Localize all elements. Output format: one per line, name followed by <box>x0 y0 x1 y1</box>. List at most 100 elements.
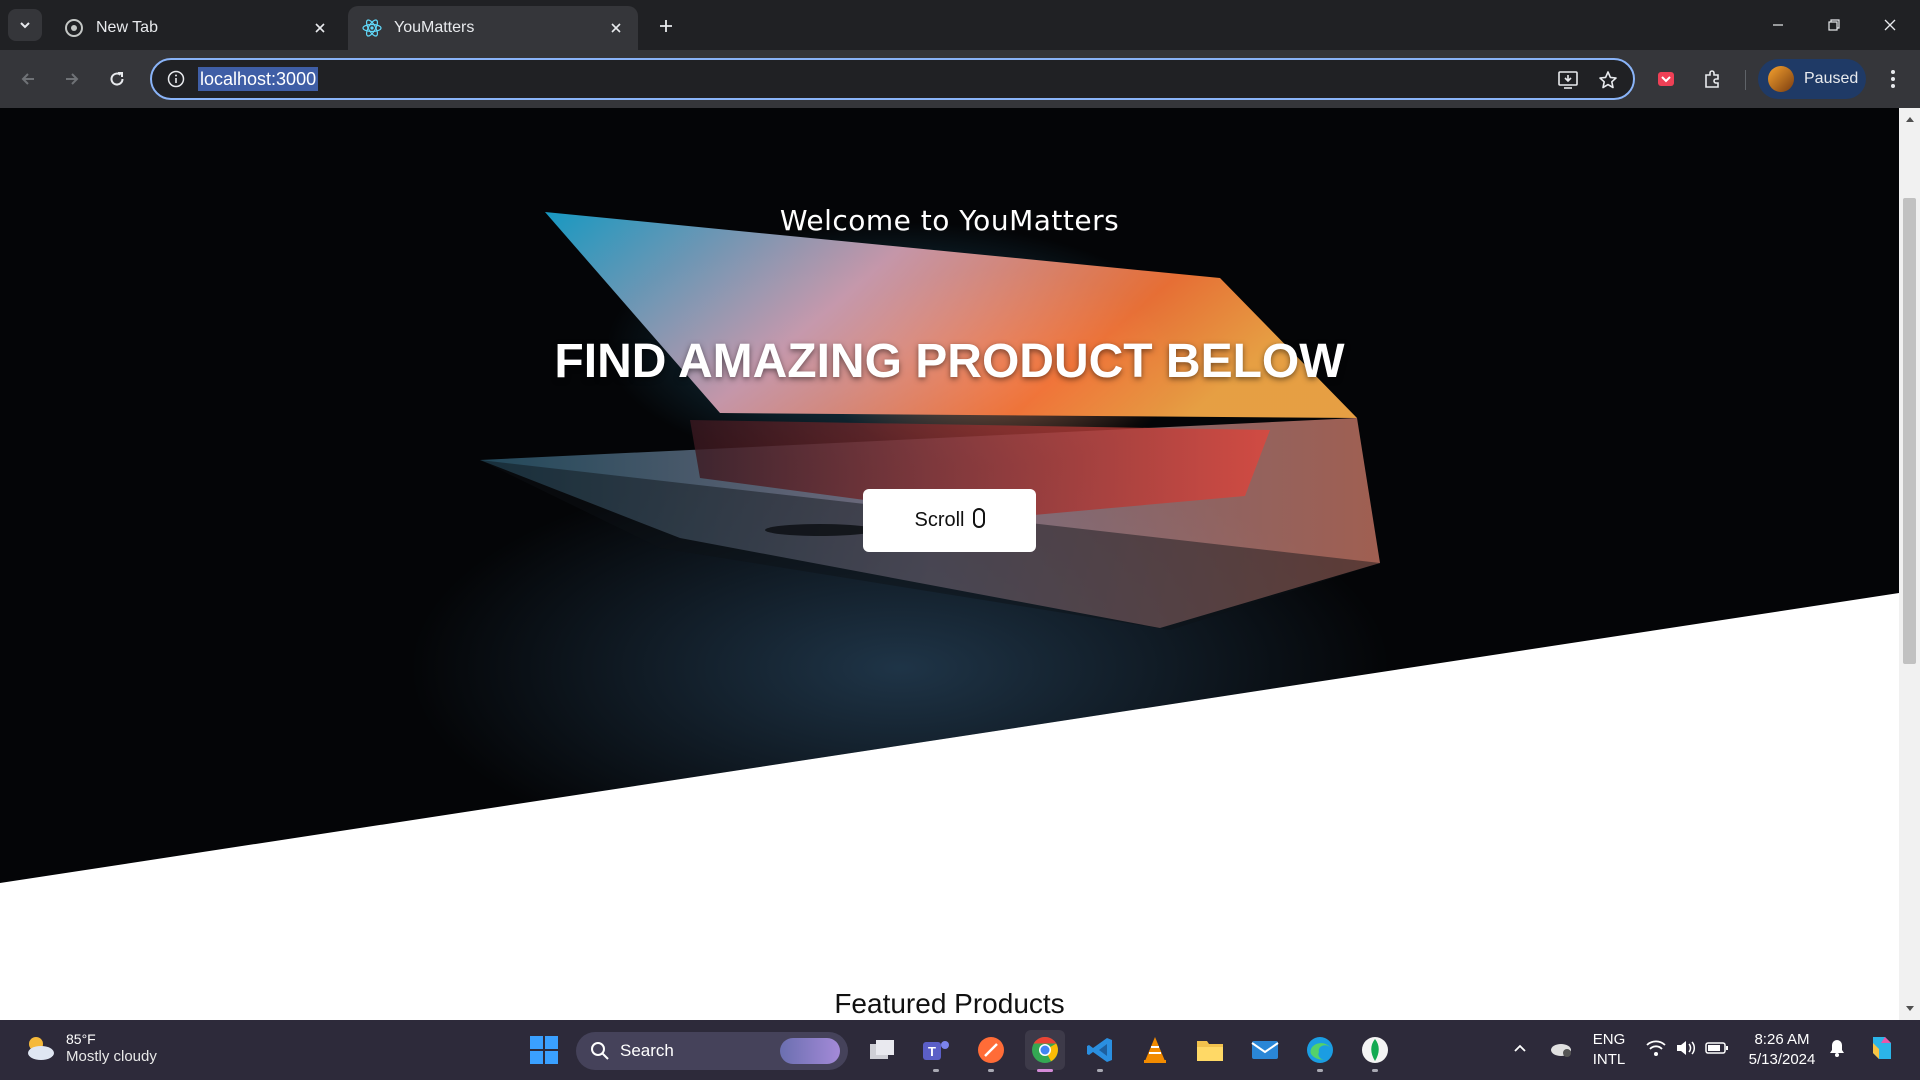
wifi-icon <box>1646 1040 1666 1056</box>
copilot-button[interactable] <box>1864 1028 1900 1068</box>
postman-icon <box>978 1037 1004 1063</box>
start-button[interactable] <box>524 1030 564 1070</box>
close-window-button[interactable] <box>1862 0 1918 50</box>
tab-youmatters[interactable]: YouMatters <box>348 6 638 50</box>
vscode-icon <box>1087 1038 1112 1062</box>
show-hidden-icons-button[interactable] <box>1508 1028 1532 1068</box>
tab-title: New Tab <box>96 19 158 36</box>
page-viewport: Welcome to YouMatters FIND AMAZING PRODU… <box>0 108 1899 1020</box>
chrome-app[interactable] <box>1025 1030 1065 1072</box>
vlc-icon <box>1144 1037 1166 1063</box>
running-indicator <box>988 1069 994 1072</box>
url-text[interactable]: localhost:3000 <box>198 67 319 91</box>
plus-icon <box>660 20 672 32</box>
svg-text:T: T <box>928 1044 936 1059</box>
taskbar-search[interactable]: Search <box>576 1032 848 1070</box>
toolbar-divider <box>1745 70 1746 90</box>
mail-icon <box>1251 1041 1279 1059</box>
chrome-icon <box>64 18 84 38</box>
mongodb-icon <box>1362 1037 1388 1063</box>
info-icon[interactable] <box>164 67 188 91</box>
close-icon[interactable] <box>606 18 626 38</box>
tab-search-button[interactable] <box>8 9 42 41</box>
puzzle-icon <box>1705 70 1719 88</box>
bookmark-star-icon[interactable] <box>1593 66 1623 94</box>
taskbar: 85°F Mostly cloudy Search T ENG INTL 8:2… <box>0 1020 1920 1080</box>
minimize-icon <box>1773 24 1783 26</box>
clock[interactable]: 8:26 AM 5/13/2024 <box>1742 1030 1822 1070</box>
volume-icon <box>1677 1041 1696 1055</box>
welcome-text: Welcome to YouMatters <box>779 204 1120 237</box>
wifi-tray[interactable] <box>1642 1028 1670 1068</box>
vlc-app[interactable] <box>1135 1030 1175 1070</box>
tab-new-tab[interactable]: New Tab <box>50 6 342 50</box>
clock-time: 8:26 AM <box>1754 1031 1810 1048</box>
profile-label: Paused <box>1804 70 1859 87</box>
more-vert-icon <box>1891 70 1895 88</box>
tab-title: YouMatters <box>394 19 475 36</box>
mouse-icon <box>972 507 985 528</box>
language-line2: INTL <box>1592 1051 1626 1068</box>
pocket-extension-button[interactable] <box>1650 63 1682 95</box>
close-icon <box>1884 19 1896 31</box>
mail-app[interactable] <box>1245 1030 1285 1070</box>
teams-icon: T <box>923 1041 949 1060</box>
browser-toolbar: localhost:3000 Paused <box>0 50 1920 108</box>
cloud-sync-icon <box>1551 1044 1571 1057</box>
back-button[interactable] <box>12 63 44 95</box>
restore-icon <box>1828 19 1840 31</box>
task-view-icon <box>870 1040 894 1059</box>
extensions-button[interactable] <box>1696 63 1728 95</box>
chevron-up-icon <box>1514 1044 1526 1052</box>
file-explorer-app[interactable] <box>1190 1030 1230 1070</box>
install-app-icon[interactable] <box>1553 66 1583 94</box>
running-indicator <box>933 1069 939 1072</box>
battery-tray[interactable] <box>1703 1028 1731 1068</box>
onedrive-tray[interactable] <box>1546 1028 1576 1068</box>
new-tab-button[interactable] <box>652 12 680 40</box>
scrollbar-thumb[interactable] <box>1903 198 1916 664</box>
arrow-right-icon <box>66 73 79 85</box>
running-indicator <box>1037 1069 1053 1072</box>
scroll-button-label: Scroll <box>914 509 965 531</box>
pocket-icon <box>1658 72 1674 86</box>
restore-button[interactable] <box>1806 0 1862 50</box>
notifications-tray[interactable] <box>1824 1028 1850 1068</box>
weather-temp: 85°F <box>66 1031 96 1047</box>
hero-banner: Welcome to YouMatters FIND AMAZING PRODU… <box>0 108 1899 883</box>
postman-app[interactable] <box>971 1030 1011 1072</box>
weather-condition: Mostly cloudy <box>66 1048 157 1065</box>
scroll-button[interactable]: Scroll <box>863 489 1036 552</box>
close-icon[interactable] <box>310 18 330 38</box>
search-icon <box>591 1042 609 1060</box>
profile-button[interactable]: Paused <box>1758 59 1866 99</box>
address-bar[interactable]: localhost:3000 <box>150 58 1635 100</box>
weather-widget[interactable]: 85°F Mostly cloudy <box>22 1030 157 1066</box>
chevron-down-icon <box>20 22 30 29</box>
minimize-button[interactable] <box>1750 0 1806 50</box>
edge-app[interactable] <box>1300 1030 1340 1072</box>
battery-icon <box>1705 1042 1728 1054</box>
windows-start-icon <box>530 1036 558 1064</box>
teams-app[interactable]: T <box>916 1030 956 1072</box>
hero-headline: FIND AMAZING PRODUCT BELOW <box>554 335 1345 388</box>
scroll-up-arrow-icon[interactable] <box>1903 112 1916 126</box>
task-view-button[interactable] <box>862 1030 902 1070</box>
edge-icon <box>1307 1037 1333 1063</box>
running-indicator <box>1372 1069 1378 1072</box>
scroll-down-arrow-icon[interactable] <box>1903 1002 1916 1016</box>
notification-bell-icon <box>1830 1040 1844 1057</box>
reload-button[interactable] <box>101 63 133 95</box>
tab-strip: New Tab YouMatters <box>0 0 1920 50</box>
volume-tray[interactable] <box>1672 1028 1700 1068</box>
folder-icon <box>1197 1041 1223 1061</box>
forward-button[interactable] <box>56 63 88 95</box>
chrome-icon <box>1032 1036 1058 1063</box>
mongodb-compass-app[interactable] <box>1355 1030 1395 1072</box>
page-scrollbar[interactable] <box>1899 108 1920 1020</box>
language-line1: ENG <box>1592 1031 1626 1048</box>
menu-button[interactable] <box>1877 63 1909 95</box>
search-placeholder: Search <box>620 1041 674 1060</box>
language-indicator[interactable]: ENG INTL <box>1584 1030 1634 1070</box>
vscode-app[interactable] <box>1080 1030 1120 1072</box>
